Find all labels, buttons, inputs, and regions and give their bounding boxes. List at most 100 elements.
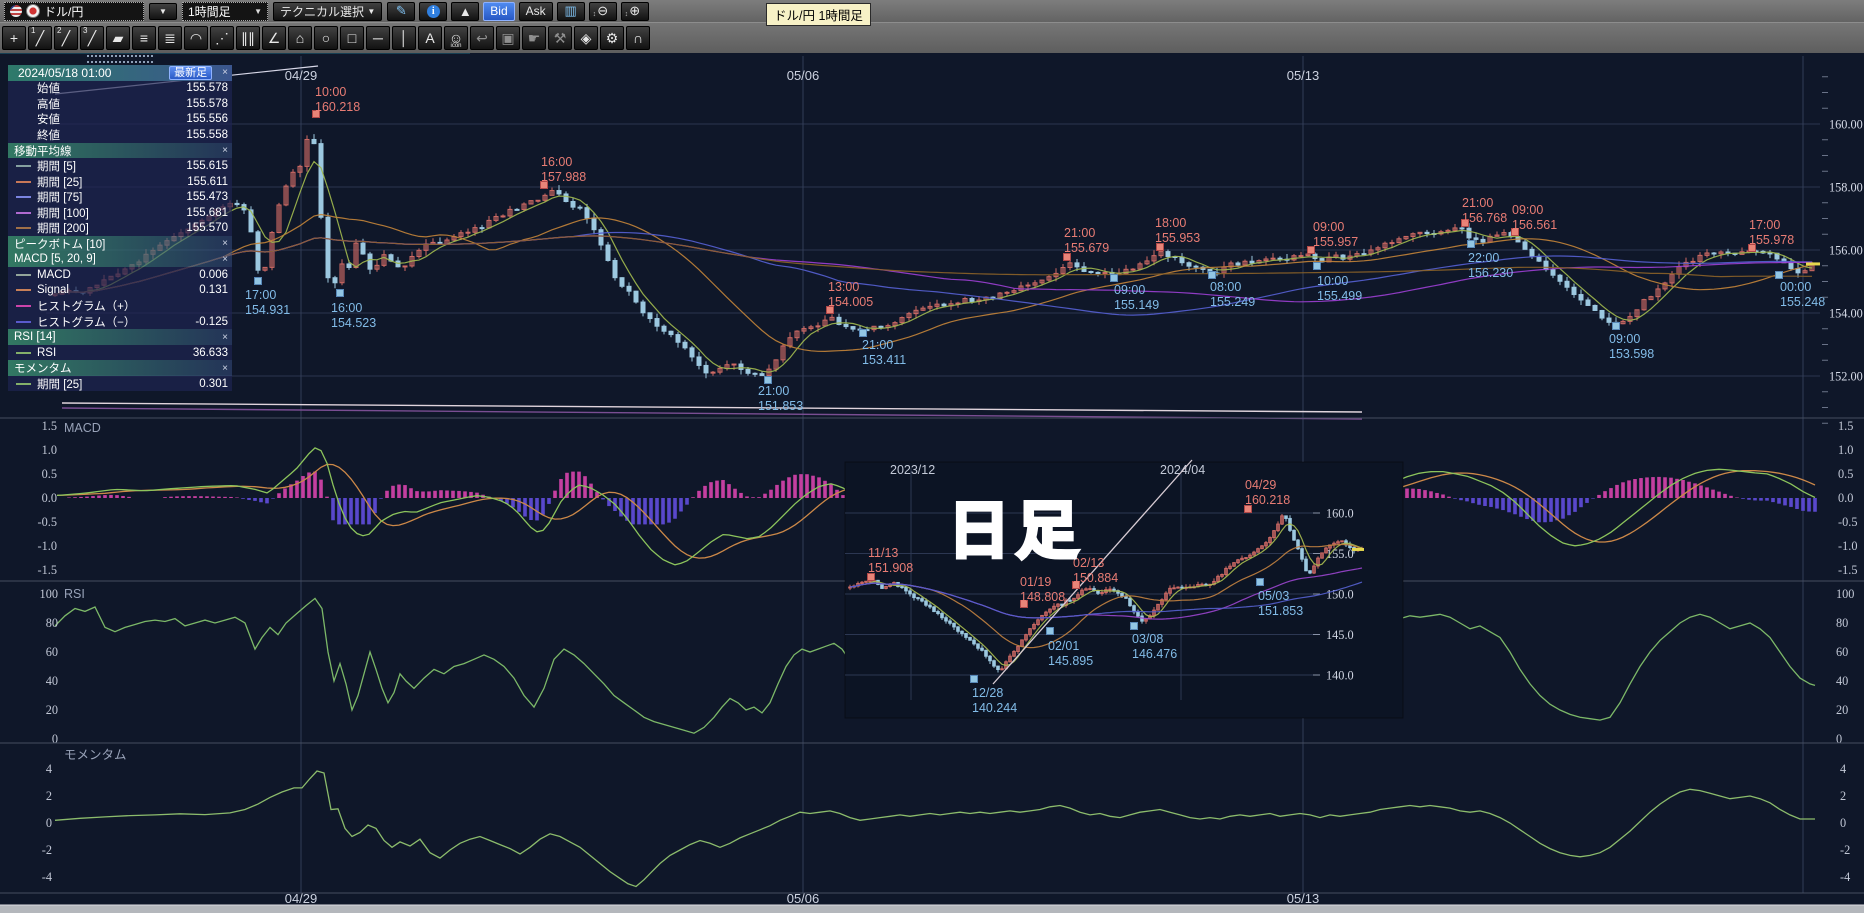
svg-text:18:00: 18:00 — [1155, 216, 1186, 230]
zoom-in-icon: ⊕ — [629, 3, 640, 19]
svg-text:0.0: 0.0 — [1838, 491, 1853, 505]
text-tool[interactable]: A — [418, 26, 442, 50]
trendline3-tool[interactable]: ╱3 — [80, 26, 104, 50]
svg-text:RSI: RSI — [64, 587, 85, 601]
rectangle-icon: □ — [348, 30, 356, 46]
svg-text:151.853: 151.853 — [758, 399, 803, 413]
bid-button[interactable]: Bid — [483, 2, 514, 21]
svg-text:09:00: 09:00 — [1609, 332, 1640, 346]
parallel-lines-tool[interactable]: ≣ — [158, 26, 182, 50]
vertical-line-tool[interactable]: │ — [392, 26, 416, 50]
svg-text:40: 40 — [46, 674, 58, 688]
svg-text:09:00: 09:00 — [1313, 220, 1344, 234]
info-button[interactable]: i — [419, 2, 447, 21]
fibo-retracement-tool[interactable]: ≡ — [132, 26, 156, 50]
swing-marker — [337, 290, 344, 297]
svg-text:-2: -2 — [42, 843, 52, 857]
svg-text:21:00: 21:00 — [862, 338, 893, 352]
currency-pair-select[interactable]: ドル/円 — [4, 2, 144, 21]
crosshair-tool[interactable]: + — [2, 26, 26, 50]
resize-arrow-icon: ↕ — [625, 11, 629, 18]
fibo-arc-tool[interactable]: ◠ — [184, 26, 208, 50]
horizontal-scrollbar[interactable] — [0, 905, 1864, 913]
horizontal-line-tool[interactable]: ─ — [366, 26, 390, 50]
chart-type-mountain-button[interactable]: ▲ — [451, 2, 479, 21]
svg-text:155.679: 155.679 — [1064, 241, 1109, 255]
momentum-panel[interactable]: 442200-2-2-4-4モメンタム — [42, 748, 1851, 887]
swing-marker — [1613, 323, 1620, 330]
pentagon-tool[interactable]: ⌂ — [288, 26, 312, 50]
settings-list-tool[interactable]: ⚙ — [600, 26, 624, 50]
close-icon[interactable]: × — [216, 145, 228, 156]
zoom-in-button[interactable]: ⊕↕ — [621, 2, 649, 21]
svg-text:145.0: 145.0 — [1326, 628, 1354, 642]
bar-chart-mode-button[interactable]: ▥ — [557, 2, 585, 21]
ruler-tool[interactable]: ▰ — [106, 26, 130, 50]
time-zone-icon: ∥∥ — [241, 30, 255, 47]
line-color-swatch — [16, 383, 31, 385]
svg-text:04/29: 04/29 — [1245, 478, 1276, 492]
timeframe-select[interactable]: 1時間足 ▼ — [182, 2, 268, 21]
svg-text:21:00: 21:00 — [758, 384, 789, 398]
crosshair-icon: + — [10, 30, 18, 46]
icon-stamp-tool[interactable]: ☺icon — [444, 26, 468, 50]
trendline2-tool[interactable]: ╱2 — [54, 26, 78, 50]
technical-select-button[interactable]: テクニカル選択 ▼ — [273, 2, 382, 21]
section-title: 移動平均線 — [14, 143, 72, 159]
svg-text:160.0: 160.0 — [1326, 507, 1354, 521]
draw-pencil-button[interactable]: ✎ — [387, 2, 415, 21]
svg-text:-2: -2 — [1840, 843, 1850, 857]
close-icon[interactable]: × — [216, 332, 228, 343]
fan-lines-tool[interactable]: ⋰ — [210, 26, 234, 50]
rectangle-tool[interactable]: □ — [340, 26, 364, 50]
chevron-down-icon: ▼ — [367, 7, 375, 16]
ask-button[interactable]: Ask — [519, 2, 553, 21]
undo-tool[interactable]: ↩ — [470, 26, 494, 50]
time-zone-tool[interactable]: ∥∥ — [236, 26, 260, 50]
magnet-tool[interactable]: ∩ — [626, 26, 650, 50]
data-window-drag-handle[interactable] — [87, 55, 153, 63]
latest-bar-button[interactable]: 最新足 — [169, 66, 212, 80]
close-icon[interactable]: × — [216, 254, 228, 265]
trendline1-tool[interactable]: ╱1 — [28, 26, 52, 50]
circle-tool[interactable]: ○ — [314, 26, 338, 50]
tool-sublabel: icon — [450, 43, 461, 49]
copy-tool[interactable]: ▣ — [496, 26, 520, 50]
eraser-tool[interactable]: ◈ — [574, 26, 598, 50]
close-icon[interactable]: × — [216, 67, 228, 78]
chart-info-label: ドル/円 1時間足 — [766, 3, 871, 26]
svg-text:-0.5: -0.5 — [1838, 515, 1857, 529]
svg-text:09:00: 09:00 — [1114, 283, 1145, 297]
svg-text:155.953: 155.953 — [1155, 231, 1200, 245]
zoom-out-button[interactable]: ⊖↕ — [589, 2, 617, 21]
svg-text:11/13: 11/13 — [868, 546, 898, 560]
close-icon[interactable]: × — [216, 238, 228, 249]
indicator-label: ヒストグラム（+） — [37, 298, 135, 314]
parallel-lines-icon: ≣ — [164, 30, 176, 47]
indicator-label: 終値 — [37, 127, 60, 143]
currency-pair-dropdown-button[interactable]: ▼ — [149, 3, 177, 20]
indicator-row: 期間 [200]155.570 — [8, 220, 232, 236]
price-axis: 160.00158.00156.00154.00152.00 — [1822, 77, 1863, 424]
wrench-tool[interactable]: ⚒ — [548, 26, 572, 50]
svg-text:0.5: 0.5 — [42, 467, 57, 481]
svg-text:156.00: 156.00 — [1829, 244, 1863, 258]
indicator-label: 高値 — [37, 96, 60, 112]
svg-text:156.768: 156.768 — [1462, 211, 1507, 225]
svg-text:-4: -4 — [1840, 870, 1850, 884]
angle-line-tool[interactable]: ∠ — [262, 26, 286, 50]
swing-marker — [1209, 272, 1216, 279]
svg-text:140.244: 140.244 — [972, 701, 1017, 715]
svg-text:MACD: MACD — [64, 421, 101, 435]
swing-marker — [971, 676, 978, 683]
chart-canvas[interactable]: 10:00160.21816:00157.98813:00154.00521:0… — [0, 0, 1864, 913]
hand-tool[interactable]: ☛ — [522, 26, 546, 50]
daily-inset-chart[interactable]: 160.0155.0150.0145.0140.02023/122024/041… — [845, 460, 1403, 718]
svg-text:4: 4 — [46, 762, 52, 776]
svg-text:2: 2 — [1840, 789, 1846, 803]
data-window[interactable]: 2024/05/18 01:00最新足×始値155.578高値155.578安値… — [8, 55, 232, 391]
indicator-label: 期間 [100] — [37, 205, 89, 221]
indicator-label: 始値 — [37, 80, 60, 96]
svg-text:-1.0: -1.0 — [1838, 539, 1857, 553]
close-icon[interactable]: × — [216, 363, 228, 374]
